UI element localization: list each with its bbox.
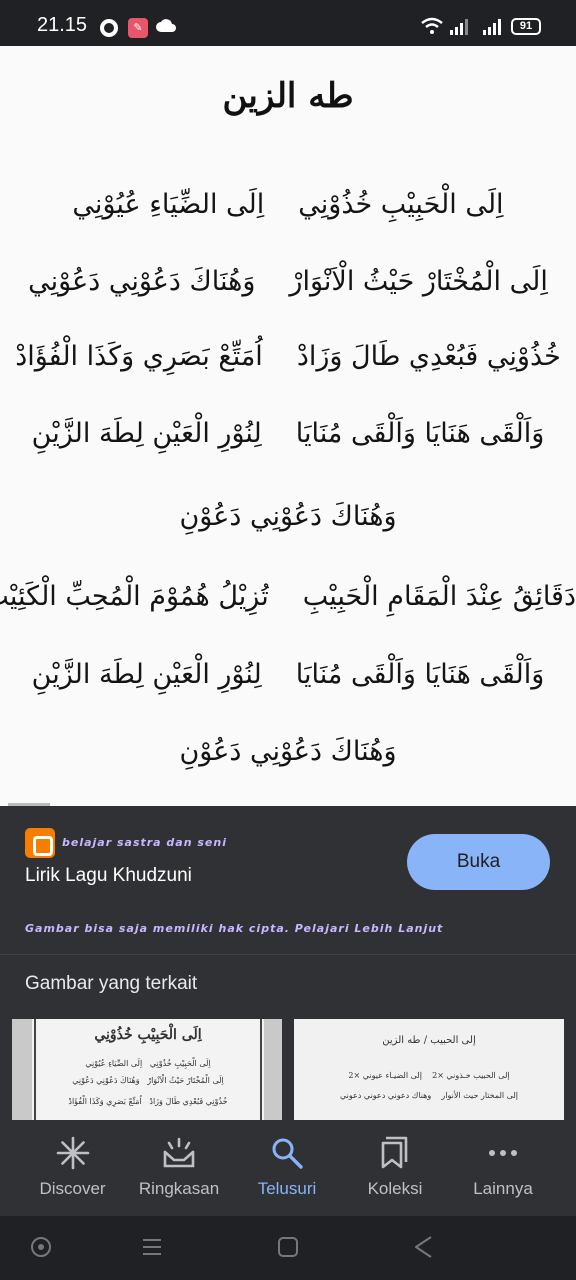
nav-label: Telusuri	[257, 1179, 317, 1198]
cloud-icon	[156, 19, 176, 32]
lyric-line: خُذُوْنِي فَبُعْدِي طَالَ وَزَادْاُمَتِّ…	[15, 341, 561, 372]
blogger-icon	[25, 828, 55, 858]
thumbnail-title: اِلَى الْحَبِيْبِ خُذُوْنِي	[94, 1027, 202, 1043]
nav-discover[interactable]: Discover	[15, 1120, 130, 1216]
thumbnail-line: اِلَى الْمُخْتَارْ حَيْثُ الْاَنْوَارْ و…	[72, 1076, 224, 1085]
related-thumbnail[interactable]: إلى الحبيب / طه الزين إلى الحبيب خـذوني …	[294, 1019, 564, 1120]
nav-lainnya[interactable]: Lainnya	[452, 1120, 554, 1216]
image-preview[interactable]: طه الزين اِلَى الْحَبِيْبِ خُذُوْنِياِلَ…	[0, 46, 576, 806]
lyric-line: وَاَلْقَى هَنَايَا وَاَلْقَى مُنَايَالِن…	[31, 659, 545, 690]
nav-label: Lainnya	[473, 1179, 533, 1198]
thumbnail-title: إلى الحبيب / طه الزين	[382, 1035, 476, 1046]
copyright-note: Gambar bisa saja memiliki hak cipta. Pel…	[25, 922, 443, 935]
status-bar: 21.15 ✎ 91	[0, 0, 576, 46]
assistant-icon[interactable]	[28, 1234, 54, 1260]
nav-koleksi[interactable]: Koleksi	[344, 1120, 446, 1216]
lyric-title: طه الزين	[222, 76, 354, 116]
source-name[interactable]: belajar sastra dan seni	[62, 836, 227, 849]
image-info-panel: belajar sastra dan seni Lirik Lagu Khudz…	[0, 806, 576, 954]
lyric-line: وَهُنَاكَ دَعُوْنِي دَعُوْنِ	[179, 736, 397, 767]
nav-ringkasan[interactable]: Ringkasan	[128, 1120, 230, 1216]
thumbnail-line: إلى المختار حيث الأنوار وهناك دعوني دعون…	[340, 1091, 518, 1100]
thumbnail-frame: اِلَى الْحَبِيْبِ خُذُوْنِي اِلَى الْحَب…	[34, 1019, 262, 1120]
nav-label: Discover	[39, 1179, 106, 1198]
related-thumbnail[interactable]: اِلَى الْحَبِيْبِ خُذُوْنِي اِلَى الْحَب…	[12, 1019, 282, 1120]
learn-more-link[interactable]: Pelajari Lebih Lanjut	[295, 922, 444, 935]
thumbnail-line: اِلَى الْحَبِيْبِ خُذُوْنِي اِلَى الضِّي…	[85, 1059, 211, 1068]
related-heading: Gambar yang terkait	[25, 973, 198, 994]
home-icon[interactable]	[275, 1234, 301, 1260]
bottom-navigation: Discover Ringkasan Telusuri Koleksi Lain…	[0, 1120, 576, 1216]
nav-label: Ringkasan	[138, 1179, 220, 1198]
nav-label: Koleksi	[367, 1179, 423, 1198]
asterisk-icon	[56, 1136, 89, 1170]
system-navigation-bar	[0, 1216, 576, 1280]
page-title[interactable]: Lirik Lagu Khudzuni	[25, 865, 192, 887]
updates-icon	[163, 1137, 195, 1168]
related-images: Gambar yang terkait اِلَى الْحَبِيْبِ خُ…	[0, 955, 576, 1120]
wifi-icon	[421, 17, 443, 34]
status-time: 21.15	[37, 14, 88, 36]
copyright-text: Gambar bisa saja memiliki hak cipta.	[25, 922, 290, 935]
recent-apps-icon[interactable]	[139, 1234, 165, 1260]
lyric-line: اِلَى الْمُخْتَارْ حَيْثُ الْاَنْوَارْوَ…	[28, 266, 548, 297]
thumbnail-line: خُذُوْنِي فَبُعْدِي طَالَ وَزَادْ اُمَتِ…	[68, 1097, 228, 1106]
more-icon	[489, 1150, 517, 1156]
signal-icon	[450, 19, 468, 35]
app-notification-icon: ✎	[128, 18, 148, 38]
opera-icon	[100, 19, 118, 37]
nav-telusuri[interactable]: Telusuri	[236, 1120, 338, 1216]
open-button[interactable]: Buka	[407, 834, 550, 890]
signal-icon	[483, 19, 501, 35]
lyric-line: اِلَى الْحَبِيْبِ خُذُوْنِياِلَى الضِّيَ…	[72, 189, 504, 220]
lyric-line: وَاَلْقَى هَنَايَا وَاَلْقَى مُنَايَالِن…	[31, 418, 545, 449]
lyric-line: وَهُنَاكَ دَعُوْنِي دَعُوْنِ	[179, 501, 397, 532]
back-icon[interactable]	[411, 1234, 437, 1260]
collections-icon	[381, 1136, 408, 1169]
search-icon	[272, 1138, 303, 1169]
battery-icon: 91	[511, 18, 541, 35]
lyric-line: دَقَائِقُ عِنْدَ الْمَقَامِ الْحَبِيْبِت…	[0, 581, 576, 612]
thumbnail-line: إلى الحبيب خـذوني ×2 إلى الضيـاء عيوني ×…	[348, 1071, 510, 1080]
